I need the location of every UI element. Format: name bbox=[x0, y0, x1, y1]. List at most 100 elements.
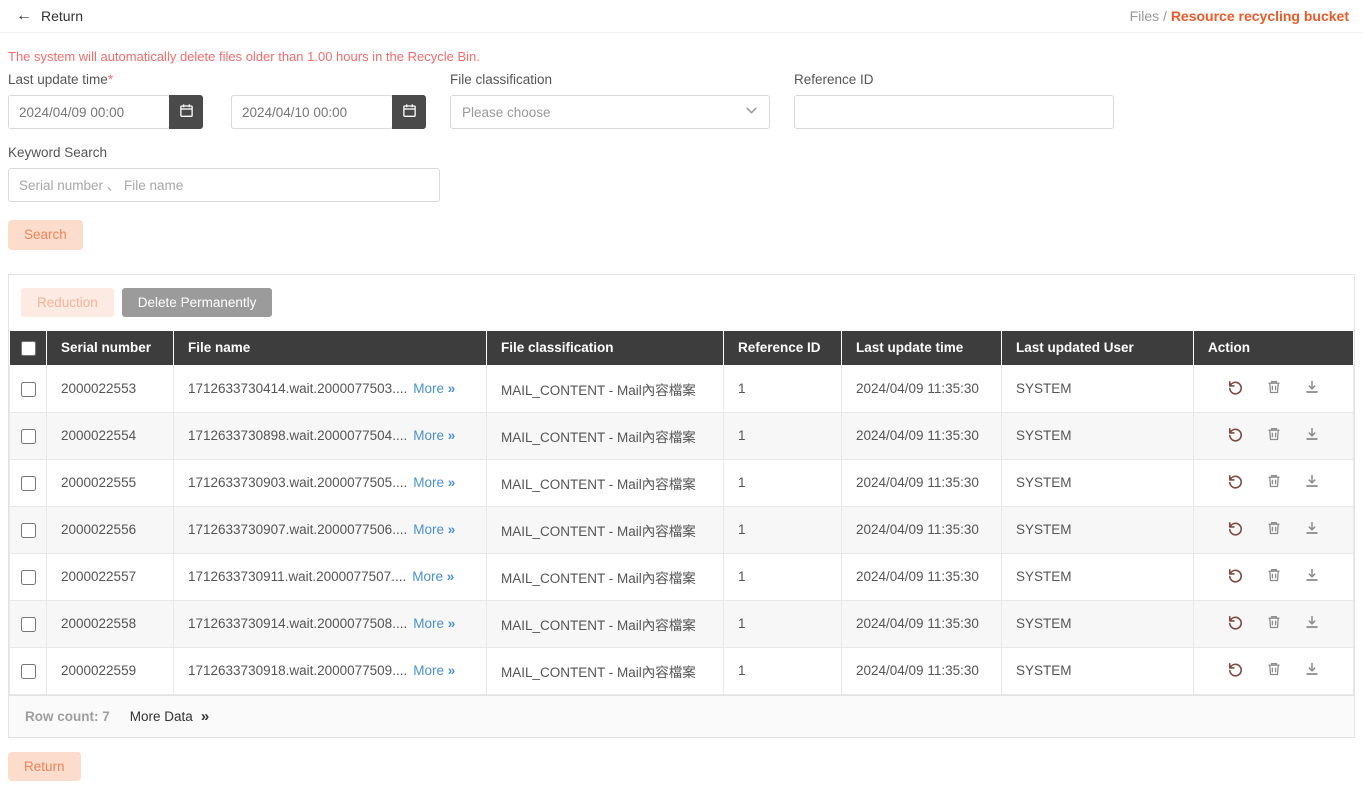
trash-icon bbox=[1266, 520, 1282, 536]
date-from-group bbox=[8, 95, 203, 129]
date-from-calendar-button[interactable] bbox=[169, 95, 203, 129]
double-chevron-icon: » bbox=[447, 569, 454, 584]
double-chevron-icon: » bbox=[448, 428, 455, 443]
filter-section: The system will automatically delete fil… bbox=[0, 33, 1363, 250]
row-checkbox[interactable] bbox=[21, 523, 36, 538]
reference-cell: 1 bbox=[724, 365, 842, 412]
row-count: Row count: 7 bbox=[25, 709, 110, 724]
row-checkbox-cell bbox=[10, 647, 47, 694]
keyword-search-group: Keyword Search bbox=[8, 145, 1347, 202]
last-update-cell: 2024/04/09 11:35:30 bbox=[842, 600, 1002, 647]
serial-cell: 2000022555 bbox=[47, 459, 174, 506]
download-icon bbox=[1304, 426, 1320, 442]
download-button[interactable] bbox=[1295, 426, 1329, 445]
delete-permanently-button[interactable]: Delete Permanently bbox=[122, 288, 273, 318]
row-checkbox-cell bbox=[10, 506, 47, 553]
filename-cell: 1712633730914.wait.2000077508....More » bbox=[174, 600, 487, 647]
delete-button[interactable] bbox=[1257, 614, 1291, 633]
reduction-button[interactable]: Reduction bbox=[21, 288, 114, 318]
download-button[interactable] bbox=[1295, 473, 1329, 492]
trash-icon bbox=[1266, 379, 1282, 395]
row-checkbox-cell bbox=[10, 553, 47, 600]
delete-button[interactable] bbox=[1257, 661, 1291, 680]
file-classification-value: Please choose bbox=[462, 105, 551, 120]
serial-cell: 2000022559 bbox=[47, 647, 174, 694]
last-update-cell: 2024/04/09 11:35:30 bbox=[842, 365, 1002, 412]
table-row: 2000022558 1712633730914.wait.2000077508… bbox=[10, 600, 1354, 647]
reference-id-group: Reference ID bbox=[794, 72, 1114, 129]
double-chevron-icon: » bbox=[448, 663, 455, 678]
download-button[interactable] bbox=[1295, 614, 1329, 633]
trash-icon bbox=[1266, 567, 1282, 583]
restore-icon bbox=[1227, 614, 1244, 631]
file-name: 1712633730414.wait.2000077503.... bbox=[188, 381, 407, 396]
reference-id-input[interactable] bbox=[794, 95, 1114, 129]
date-to-group bbox=[231, 95, 426, 129]
restore-button[interactable] bbox=[1218, 473, 1253, 493]
more-data-link[interactable]: More Data » bbox=[130, 708, 208, 725]
restore-button[interactable] bbox=[1218, 520, 1253, 540]
more-label: More bbox=[412, 569, 443, 584]
bottom-bar: Return bbox=[0, 738, 1363, 797]
download-button[interactable] bbox=[1295, 567, 1329, 586]
table-footer: Row count: 7 More Data » bbox=[9, 695, 1354, 737]
restore-button[interactable] bbox=[1218, 426, 1253, 446]
row-checkbox[interactable] bbox=[21, 476, 36, 491]
more-link[interactable]: More » bbox=[413, 663, 454, 678]
download-button[interactable] bbox=[1295, 379, 1329, 398]
row-checkbox[interactable] bbox=[21, 382, 36, 397]
date-from-input[interactable] bbox=[8, 95, 170, 129]
keyword-search-input[interactable] bbox=[8, 168, 440, 202]
double-chevron-icon: » bbox=[448, 522, 455, 537]
delete-button[interactable] bbox=[1257, 567, 1291, 586]
delete-button[interactable] bbox=[1257, 520, 1291, 539]
search-button[interactable]: Search bbox=[8, 220, 83, 250]
select-all-checkbox[interactable] bbox=[21, 341, 36, 356]
date-to-input[interactable] bbox=[231, 95, 393, 129]
more-link[interactable]: More » bbox=[412, 569, 453, 584]
row-checkbox[interactable] bbox=[21, 664, 36, 679]
more-link[interactable]: More » bbox=[413, 616, 454, 631]
delete-button[interactable] bbox=[1257, 426, 1291, 445]
row-checkbox[interactable] bbox=[21, 617, 36, 632]
calendar-icon bbox=[402, 103, 417, 121]
user-cell: SYSTEM bbox=[1002, 553, 1194, 600]
last-update-time-label-text: Last update time bbox=[8, 72, 108, 87]
download-icon bbox=[1304, 520, 1320, 536]
restore-button[interactable] bbox=[1218, 379, 1253, 399]
more-link[interactable]: More » bbox=[413, 428, 454, 443]
row-checkbox[interactable] bbox=[21, 429, 36, 444]
user-cell: SYSTEM bbox=[1002, 600, 1194, 647]
classification-cell: MAIL_CONTENT - Mail內容檔案 bbox=[487, 506, 724, 553]
more-link[interactable]: More » bbox=[413, 522, 454, 537]
col-file-classification: File classification bbox=[487, 331, 724, 366]
delete-button[interactable] bbox=[1257, 379, 1291, 398]
last-update-cell: 2024/04/09 11:35:30 bbox=[842, 647, 1002, 694]
reference-cell: 1 bbox=[724, 647, 842, 694]
trash-icon bbox=[1266, 661, 1282, 677]
file-classification-label: File classification bbox=[450, 72, 770, 87]
more-link[interactable]: More » bbox=[413, 381, 454, 396]
classification-cell: MAIL_CONTENT - Mail內容檔案 bbox=[487, 365, 724, 412]
breadcrumb-parent[interactable]: Files bbox=[1130, 8, 1160, 24]
row-checkbox[interactable] bbox=[21, 570, 36, 585]
double-chevron-icon: » bbox=[448, 475, 455, 490]
return-link[interactable]: ← Return bbox=[16, 8, 83, 24]
col-reference-id: Reference ID bbox=[724, 331, 842, 366]
serial-cell: 2000022557 bbox=[47, 553, 174, 600]
restore-button[interactable] bbox=[1218, 661, 1253, 681]
more-link[interactable]: More » bbox=[413, 475, 454, 490]
bottom-return-button[interactable]: Return bbox=[8, 752, 81, 782]
date-to-calendar-button[interactable] bbox=[392, 95, 426, 129]
breadcrumb-separator: / bbox=[1163, 8, 1167, 24]
file-classification-select[interactable]: Please choose bbox=[450, 95, 770, 129]
row-count-value: 7 bbox=[102, 709, 110, 724]
download-button[interactable] bbox=[1295, 520, 1329, 539]
restore-icon bbox=[1227, 520, 1244, 537]
more-label: More bbox=[413, 616, 444, 631]
restore-button[interactable] bbox=[1218, 614, 1253, 634]
table-row: 2000022559 1712633730918.wait.2000077509… bbox=[10, 647, 1354, 694]
restore-button[interactable] bbox=[1218, 567, 1253, 587]
download-button[interactable] bbox=[1295, 661, 1329, 680]
delete-button[interactable] bbox=[1257, 473, 1291, 492]
